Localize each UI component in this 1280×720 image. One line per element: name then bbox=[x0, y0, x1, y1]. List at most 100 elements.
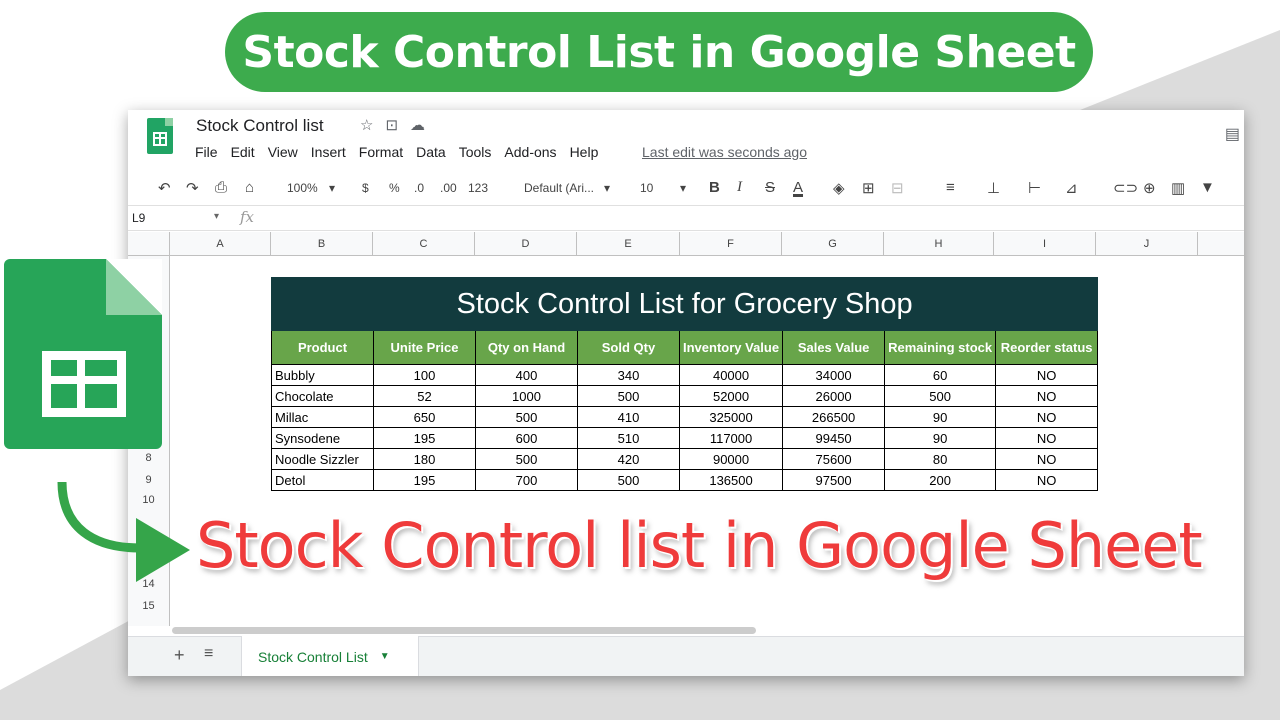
menu-tools[interactable]: Tools bbox=[459, 144, 492, 160]
comments-icon[interactable]: ▤ bbox=[1225, 124, 1240, 144]
menu-help[interactable]: Help bbox=[570, 144, 599, 160]
menu-format[interactable]: Format bbox=[359, 144, 403, 160]
header-cell[interactable]: Remaining stock bbox=[884, 330, 997, 365]
header-cell[interactable]: Qty on Hand bbox=[475, 330, 578, 365]
add-sheet-button[interactable]: + bbox=[174, 645, 185, 666]
table-cell[interactable]: 510 bbox=[577, 427, 680, 449]
table-cell[interactable]: 1000 bbox=[475, 385, 578, 407]
header-cell[interactable]: Product bbox=[271, 330, 374, 365]
table-cell[interactable]: 650 bbox=[373, 406, 476, 428]
undo-icon[interactable]: ↶ bbox=[158, 179, 171, 197]
sheet-tab[interactable]: Stock Control List ▼ bbox=[241, 636, 419, 676]
table-cell[interactable]: 500 bbox=[884, 385, 997, 407]
column-header[interactable]: J bbox=[1096, 232, 1198, 256]
table-cell[interactable]: 195 bbox=[373, 469, 476, 491]
column-header[interactable]: E bbox=[577, 232, 680, 256]
table-cell[interactable]: NO bbox=[995, 448, 1099, 470]
table-cell[interactable]: 52 bbox=[373, 385, 476, 407]
column-header[interactable]: C bbox=[373, 232, 475, 256]
column-header[interactable]: A bbox=[170, 232, 271, 256]
table-cell[interactable]: Chocolate bbox=[271, 385, 374, 407]
font-select[interactable]: Default (Ari... bbox=[524, 181, 594, 195]
table-cell[interactable]: Millac bbox=[271, 406, 374, 428]
table-cell[interactable]: NO bbox=[995, 469, 1099, 491]
table-cell[interactable]: 80 bbox=[884, 448, 997, 470]
sheet-tab-caret-icon[interactable]: ▼ bbox=[380, 651, 390, 662]
link-icon[interactable]: ⊂⊃ bbox=[1113, 179, 1138, 197]
table-cell[interactable]: 90000 bbox=[678, 448, 784, 470]
percent-button[interactable]: % bbox=[389, 181, 400, 195]
table-cell[interactable]: Noodle Sizzler bbox=[271, 448, 374, 470]
table-cell[interactable]: 60 bbox=[884, 364, 997, 386]
header-cell[interactable]: Inventory Value bbox=[678, 330, 784, 365]
table-cell[interactable]: 26000 bbox=[782, 385, 886, 407]
horizontal-scrollbar[interactable] bbox=[172, 627, 756, 634]
font-size-select[interactable]: 10 bbox=[640, 181, 653, 195]
italic-button[interactable]: I bbox=[737, 179, 742, 196]
increase-decimal-button[interactable]: .00 bbox=[440, 181, 457, 195]
document-title[interactable]: Stock Control list bbox=[196, 116, 324, 136]
menu-view[interactable]: View bbox=[268, 144, 298, 160]
menu-data[interactable]: Data bbox=[416, 144, 446, 160]
font-size-caret-icon[interactable]: ▾ bbox=[680, 181, 686, 195]
more-formats-button[interactable]: 123 bbox=[468, 181, 488, 195]
column-header[interactable]: H bbox=[884, 232, 994, 256]
currency-button[interactable]: $ bbox=[362, 181, 369, 195]
text-color-button[interactable]: A bbox=[793, 179, 803, 196]
table-cell[interactable]: 340 bbox=[577, 364, 680, 386]
name-box-caret-icon[interactable]: ▾ bbox=[214, 211, 219, 222]
comment-icon[interactable]: ⊕ bbox=[1143, 179, 1156, 197]
move-folder-icon[interactable]: ⊡ bbox=[385, 116, 398, 134]
merge-icon[interactable]: ⊟ bbox=[891, 179, 904, 197]
table-cell[interactable]: Synsodene bbox=[271, 427, 374, 449]
table-cell[interactable]: 117000 bbox=[678, 427, 784, 449]
table-cell[interactable]: NO bbox=[995, 406, 1099, 428]
table-cell[interactable]: 500 bbox=[577, 469, 680, 491]
table-cell[interactable]: NO bbox=[995, 427, 1099, 449]
bold-button[interactable]: B bbox=[709, 179, 720, 196]
header-cell[interactable]: Sold Qty bbox=[577, 330, 680, 365]
zoom-caret-icon[interactable]: ▾ bbox=[329, 181, 335, 195]
table-cell[interactable]: 195 bbox=[373, 427, 476, 449]
table-cell[interactable]: 325000 bbox=[678, 406, 784, 428]
table-cell[interactable]: 97500 bbox=[782, 469, 886, 491]
fill-color-icon[interactable]: ◈ bbox=[833, 179, 845, 197]
table-cell[interactable]: 700 bbox=[475, 469, 578, 491]
filter-icon[interactable]: ▼ bbox=[1200, 179, 1215, 196]
chart-icon[interactable]: ▥ bbox=[1171, 179, 1185, 197]
menu-addons[interactable]: Add-ons bbox=[504, 144, 556, 160]
table-cell[interactable]: 40000 bbox=[678, 364, 784, 386]
table-cell[interactable]: 90 bbox=[884, 427, 997, 449]
table-cell[interactable]: Bubbly bbox=[271, 364, 374, 386]
table-cell[interactable]: 52000 bbox=[678, 385, 784, 407]
table-cell[interactable]: 600 bbox=[475, 427, 578, 449]
align-icon[interactable]: ≡ bbox=[946, 179, 955, 196]
menu-edit[interactable]: Edit bbox=[231, 144, 255, 160]
table-cell[interactable]: 266500 bbox=[782, 406, 886, 428]
table-cell[interactable]: 100 bbox=[373, 364, 476, 386]
table-cell[interactable]: 136500 bbox=[678, 469, 784, 491]
borders-icon[interactable]: ⊞ bbox=[862, 179, 875, 197]
table-cell[interactable]: 420 bbox=[577, 448, 680, 470]
rotate-icon[interactable]: ⊿ bbox=[1065, 179, 1078, 197]
table-cell[interactable]: 400 bbox=[475, 364, 578, 386]
menu-file[interactable]: File bbox=[195, 144, 218, 160]
column-header[interactable]: F bbox=[680, 232, 782, 256]
strikethrough-button[interactable]: S bbox=[765, 179, 775, 196]
table-cell[interactable]: 500 bbox=[475, 448, 578, 470]
sheets-logo-icon[interactable] bbox=[147, 118, 173, 154]
header-cell[interactable]: Sales Value bbox=[782, 330, 886, 365]
table-cell[interactable]: 99450 bbox=[782, 427, 886, 449]
wrap-icon[interactable]: ⊢ bbox=[1028, 179, 1041, 197]
table-cell[interactable]: 200 bbox=[884, 469, 997, 491]
table-cell[interactable]: 500 bbox=[475, 406, 578, 428]
column-header[interactable]: D bbox=[475, 232, 577, 256]
valign-icon[interactable]: ⊥ bbox=[987, 179, 1000, 197]
table-cell[interactable]: NO bbox=[995, 364, 1099, 386]
table-cell[interactable]: 34000 bbox=[782, 364, 886, 386]
all-sheets-icon[interactable]: ≡ bbox=[204, 645, 213, 663]
table-cell[interactable]: 410 bbox=[577, 406, 680, 428]
header-cell[interactable]: Unite Price bbox=[373, 330, 476, 365]
table-cell[interactable]: 90 bbox=[884, 406, 997, 428]
select-all-corner[interactable] bbox=[128, 232, 170, 256]
